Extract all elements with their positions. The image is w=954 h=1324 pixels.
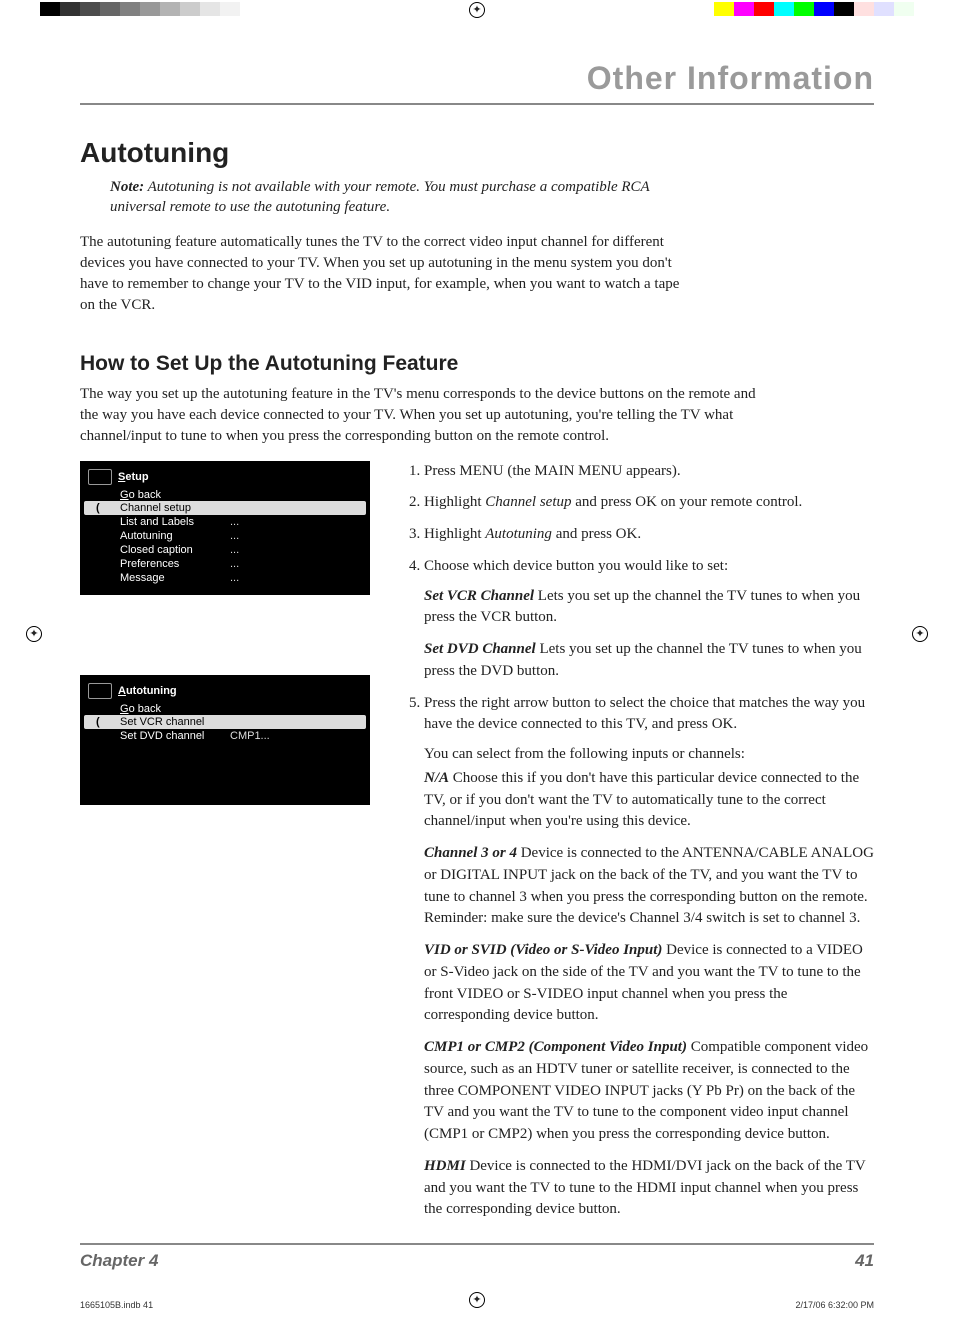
osd-row-label: Autotuning xyxy=(120,530,230,542)
sub-intro-paragraph: The way you set up the autotuning featur… xyxy=(80,384,760,447)
step-note: You can select from the following inputs… xyxy=(424,744,874,766)
step-item: Press the right arrow button to select t… xyxy=(424,693,874,1222)
osd-row: Set DVD channelCMP1... xyxy=(80,729,370,743)
note-lead: Note: xyxy=(110,179,144,195)
osd-row-value: ... xyxy=(230,516,239,528)
step-text: Highlight xyxy=(424,526,485,542)
osd-goback-prefix: G xyxy=(120,703,129,715)
print-file: 1665105B.indb 41 xyxy=(80,1300,153,1310)
page-title: Autotuning xyxy=(80,137,874,169)
registration-mark-icon: ✦ xyxy=(469,2,485,18)
section-header: Other Information xyxy=(80,60,874,105)
osd-autotuning-screenshot: Autotuning Go back Set VCR channelVID1..… xyxy=(80,675,370,805)
osd-row-label: Channel setup xyxy=(120,502,230,514)
osd-goback-rest: o back xyxy=(129,489,161,501)
step-item: Choose which device button you would lik… xyxy=(424,556,874,683)
osd-row-label: Preferences xyxy=(120,558,230,570)
tv-icon xyxy=(88,683,112,699)
intro-paragraph: The autotuning feature automatically tun… xyxy=(80,232,690,316)
osd-row-label: Set DVD channel xyxy=(120,730,230,742)
osd-row: Channel setup... xyxy=(84,501,366,515)
osd-row-label: Message xyxy=(120,572,230,584)
osd-row: Set VCR channelVID1... xyxy=(84,715,366,729)
osd-row: Preferences... xyxy=(80,557,370,571)
step-list: Press MENU (the MAIN MENU appears). High… xyxy=(400,461,874,1222)
tv-icon xyxy=(88,469,112,485)
osd-row: Autotuning... xyxy=(80,529,370,543)
print-timestamp: 2/17/06 6:32:00 PM xyxy=(795,1300,874,1310)
osd-row-value: ... xyxy=(230,502,239,514)
option-body: Choose this if you don't have this parti… xyxy=(424,770,859,830)
osd-title-prefix: A xyxy=(118,685,126,697)
step-item: Press MENU (the MAIN MENU appears). xyxy=(424,461,874,483)
step-text: Highlight xyxy=(424,494,485,510)
option-lead: VID or SVID (Video or S-Video Input) xyxy=(424,942,662,958)
osd-row-label: List and Labels xyxy=(120,516,230,528)
registration-mark-icon: ✦ xyxy=(912,626,928,642)
osd-setup-screenshot: Setup Go back Channel setup...List and L… xyxy=(80,461,370,595)
step-item: Highlight Autotuning and press OK. xyxy=(424,524,874,546)
step-emph: Autotuning xyxy=(485,526,552,542)
osd-row-value: CMP1... xyxy=(230,730,270,742)
step-text: and press OK on your remote control. xyxy=(572,494,803,510)
option-body: Device is connected to the HDMI/DVI jack… xyxy=(424,1158,865,1218)
note-block: Note: Autotuning is not available with y… xyxy=(110,177,650,218)
option-lead: Set DVD Channel xyxy=(424,641,536,657)
sub-heading: How to Set Up the Autotuning Feature xyxy=(80,352,874,376)
step-emph: Channel setup xyxy=(485,494,571,510)
step-item: Highlight Channel setup and press OK on … xyxy=(424,492,874,514)
print-slug: 1665105B.indb 41 2/17/06 6:32:00 PM xyxy=(80,1300,874,1310)
osd-row: Message... xyxy=(80,571,370,585)
color-bar-right xyxy=(694,2,914,16)
osd-row-value: ... xyxy=(230,544,239,556)
chapter-label: Chapter 4 xyxy=(80,1251,158,1271)
osd-row-value: ... xyxy=(230,558,239,570)
option-lead: Set VCR Channel xyxy=(424,588,534,604)
osd-title-rest: etup xyxy=(125,471,148,483)
osd-row-value: ... xyxy=(230,572,239,584)
osd-row: List and Labels... xyxy=(80,515,370,529)
page-number: 41 xyxy=(855,1251,874,1271)
color-bar-left xyxy=(40,2,260,16)
step-text: Press the right arrow button to select t… xyxy=(424,695,865,733)
osd-row-label: Closed caption xyxy=(120,544,230,556)
osd-title-rest: utotuning xyxy=(126,685,177,697)
option-lead: Channel 3 or 4 xyxy=(424,845,517,861)
osd-row: Closed caption... xyxy=(80,543,370,557)
osd-row-value: ... xyxy=(230,530,239,542)
step-text: and press OK. xyxy=(552,526,641,542)
osd-goback-prefix: G xyxy=(120,489,129,501)
note-body: Autotuning is not available with your re… xyxy=(110,179,649,215)
option-lead: N/A xyxy=(424,770,449,786)
osd-goback-rest: o back xyxy=(129,703,161,715)
page-body: Other Information Autotuning Note: Autot… xyxy=(80,60,874,1275)
option-lead: CMP1 or CMP2 (Component Video Input) xyxy=(424,1039,687,1055)
osd-row-label: Set VCR channel xyxy=(120,716,230,728)
osd-row-value: VID1... xyxy=(230,716,264,728)
option-lead: HDMI xyxy=(424,1158,466,1174)
page-footer: Chapter 4 41 xyxy=(80,1243,874,1271)
step-text: Choose which device button you would lik… xyxy=(424,558,728,574)
registration-mark-icon: ✦ xyxy=(26,626,42,642)
